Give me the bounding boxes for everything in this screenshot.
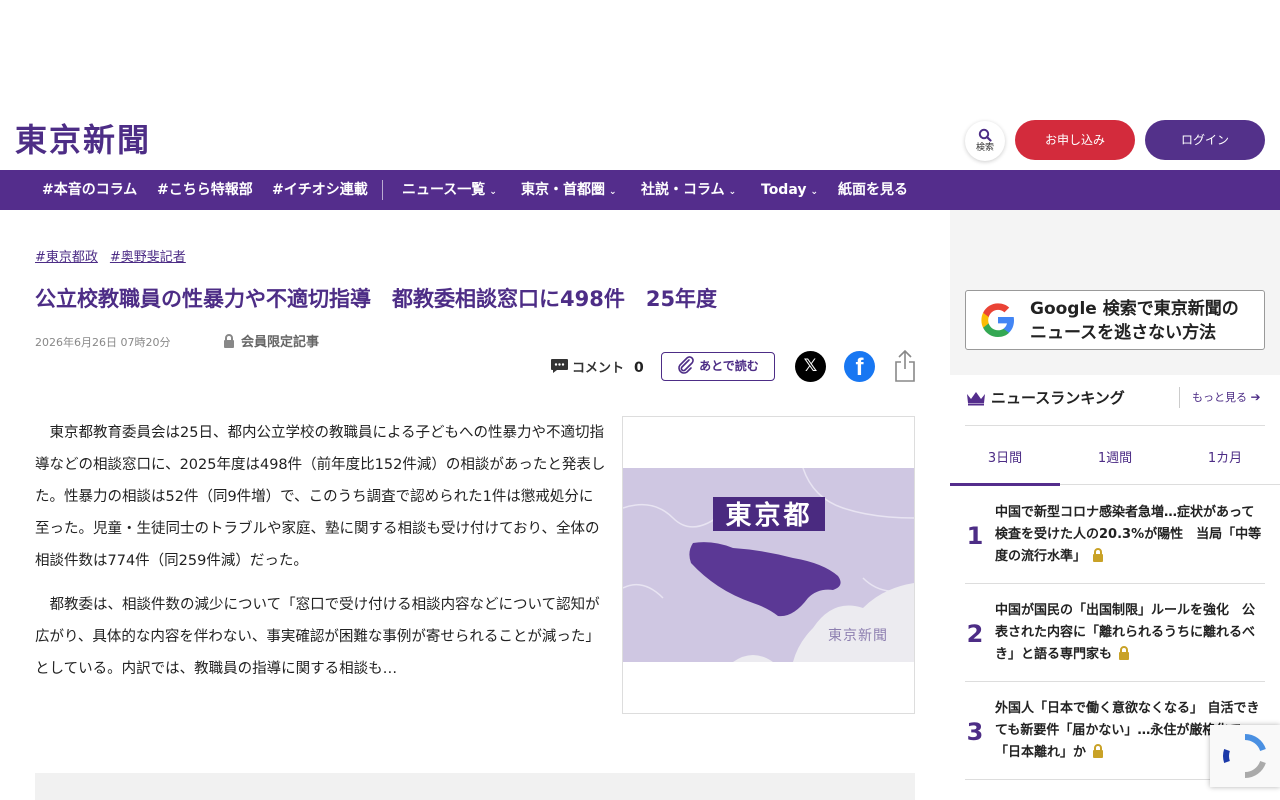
crown-icon [967, 392, 985, 406]
nav-item-news-list[interactable]: ニュース一覧 ⌄ [402, 170, 497, 210]
comment-label: コメント [572, 361, 625, 376]
members-only-label: 会員限定記事 [241, 335, 320, 350]
login-button[interactable]: ログイン [1145, 120, 1265, 160]
google-banner-line: Google 検索で東京新聞の [1030, 299, 1239, 319]
ranking-more-label: もっと見る [1192, 391, 1247, 404]
ranking-more-link[interactable]: もっと見る ➔ [1179, 387, 1261, 408]
tokyo-map-image: 東京都 東京新聞 [623, 468, 914, 662]
tab-3days[interactable]: 3日間 [950, 447, 1060, 466]
ranking-heading: ニュースランキング [965, 387, 1125, 408]
ranking-item[interactable]: 1 中国で新型コロナ感染者急増…症状があって検査を受けた人の20.3%が陽性 当… [965, 486, 1265, 584]
google-banner-text: Google 検索で東京新聞の ニュースを逃さない方法 [1030, 297, 1239, 345]
comment-button[interactable]: コメント 0 [550, 357, 644, 376]
tag-link[interactable]: #奥野斐記者 [110, 250, 186, 265]
nav-item-label: #こちら特報部 [157, 182, 253, 198]
recaptcha-icon [1223, 734, 1266, 778]
map-label: 東京都 [725, 500, 812, 531]
chevron-down-icon: ⌄ [489, 187, 497, 197]
nav-item-label: #イチオシ連載 [272, 182, 368, 198]
search-button[interactable]: 検索 [965, 121, 1005, 161]
nav-item-honne-column[interactable]: #本音のコラム [42, 170, 137, 210]
paperclip-icon [678, 356, 694, 374]
article-main: #東京都政 #奥野斐記者 公立校教職員の性暴力や不適切指導 都教委相談窓口に498… [0, 210, 950, 800]
article-tags: #東京都政 #奥野斐記者 [35, 246, 198, 265]
nav-item-today[interactable]: Today ⌄ [761, 170, 818, 210]
main-nav: #本音のコラム #こちら特報部 #イチオシ連載 ニュース一覧 ⌄ 東京・首都圏 ⌄ … [0, 170, 1280, 210]
rank-headline: 中国が国民の「出国制限」ルールを強化 公表された内容に「離れられるうちに離れるべ… [995, 600, 1265, 666]
apply-button[interactable]: お申し込み [1015, 120, 1135, 160]
article-date: 2026年6月26日 07時20分 [35, 336, 171, 349]
arrow-right-icon: ➔ [1250, 390, 1261, 404]
map-watermark: 東京新聞 [828, 628, 888, 644]
chevron-down-icon: ⌄ [728, 187, 737, 197]
rank-headline: 中国で新型コロナ感染者急増…症状があって検査を受けた人の20.3%が陽性 当局「… [995, 502, 1265, 568]
article-footer-bar [35, 773, 915, 800]
chevron-down-icon: ⌄ [609, 187, 617, 197]
article-paragraph: 東京都教育委員会は25日、都内公立学校の教職員による子どもへの性暴力や不適切指導… [35, 425, 606, 569]
lock-icon [224, 334, 234, 348]
share-icon[interactable] [893, 349, 917, 383]
google-banner-line: ニュースを逃さない方法 [1030, 323, 1217, 343]
tab-1week[interactable]: 1週間 [1060, 447, 1170, 466]
article-paragraph: 都教委は、相談件数の減少について「窓口で受け付ける相談内容などについて認知が広が… [35, 597, 600, 677]
divider [965, 425, 1265, 426]
tag-link[interactable]: #東京都政 [35, 250, 98, 265]
lock-icon [1093, 548, 1104, 562]
google-search-banner[interactable]: Google 検索で東京新聞の ニュースを逃さない方法 [965, 290, 1265, 350]
nav-item-editorial[interactable]: 社説・コラム ⌄ [641, 170, 736, 210]
google-icon [981, 303, 1014, 337]
search-label: 検索 [975, 143, 994, 153]
rank-number: 2 [966, 620, 984, 648]
read-later-button[interactable]: あとで読む [661, 352, 775, 381]
recaptcha-badge[interactable] [1210, 725, 1280, 787]
nav-item-label: 紙面を見る [838, 182, 908, 198]
nav-item-label: #本音のコラム [42, 182, 138, 198]
nav-item-label: 社説・コラム [641, 182, 725, 198]
article-title: 公立校教職員の性暴力や不適切指導 都教委相談窓口に498件 25年度 [35, 287, 718, 311]
site-header: 東京新聞 検索 お申し込み ログイン [0, 110, 1280, 170]
search-icon [978, 128, 992, 142]
rank-number: 3 [966, 718, 984, 746]
lock-icon [1119, 646, 1130, 660]
nav-item-label: 東京・首都圏 [521, 182, 605, 198]
nav-item-label: Today [761, 182, 807, 198]
article-body: 東京都教育委員会は25日、都内公立学校の教職員による子どもへの性暴力や不適切指導… [35, 417, 607, 697]
nav-item-paper[interactable]: 紙面を見る [838, 170, 908, 210]
facebook-share-icon[interactable]: f [844, 351, 875, 382]
site-logo[interactable]: 東京新聞 [15, 120, 151, 160]
nav-item-label: ニュース一覧 [402, 182, 486, 198]
sidebar: Google 検索で東京新聞の ニュースを逃さない方法 ニュースランキング もっ… [950, 210, 1280, 800]
rank-number: 1 [966, 522, 984, 550]
rank-headline-text: 中国で新型コロナ感染者急増…症状があって検査を受けた人の20.3%が陽性 当局「… [995, 505, 1262, 564]
x-share-icon[interactable]: 𝕏 [795, 351, 826, 382]
nav-item-tokuhobu[interactable]: #こちら特報部 [157, 170, 253, 210]
comment-icon [551, 359, 568, 373]
chevron-down-icon: ⌄ [810, 187, 819, 197]
lock-icon [1093, 744, 1104, 758]
ranking-item[interactable]: 2 中国が国民の「出国制限」ルールを強化 公表された内容に「離れられるうちに離れ… [965, 584, 1265, 682]
nav-item-ichioshi[interactable]: #イチオシ連載 [272, 170, 368, 210]
ranking-title: ニュースランキング [991, 389, 1125, 407]
tab-1month[interactable]: 1カ月 [1170, 447, 1280, 466]
read-later-label: あとで読む [699, 359, 759, 373]
members-only-badge: 会員限定記事 [223, 331, 319, 350]
nav-divider [382, 180, 383, 200]
nav-item-tokyo-area[interactable]: 東京・首都圏 ⌄ [521, 170, 617, 210]
article-image[interactable]: 東京都 東京新聞 [622, 416, 915, 714]
comment-count: 0 [634, 360, 644, 376]
